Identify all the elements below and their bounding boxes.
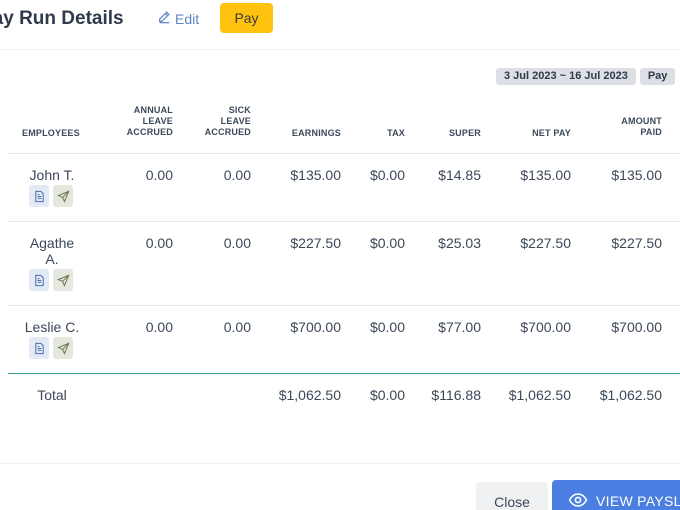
document-icon[interactable] <box>29 185 49 207</box>
col-tax: TAX <box>387 128 405 138</box>
net-pay-value: $700.00 <box>520 319 571 335</box>
total-label: Total <box>37 387 67 403</box>
total-earnings: $1,062.50 <box>278 387 341 403</box>
annual-leave-value: 0.00 <box>145 235 173 251</box>
document-icon[interactable] <box>29 269 49 291</box>
amount-paid-value: $135.00 <box>611 167 662 183</box>
send-icon[interactable] <box>53 337 73 359</box>
super-value: $77.00 <box>438 319 481 335</box>
col-net-pay: NET PAY <box>532 128 571 138</box>
employee-name: Agathe A. <box>29 235 75 267</box>
send-icon[interactable] <box>53 269 73 291</box>
sick-leave-value: 0.00 <box>223 319 251 335</box>
col-sick-leave: SICK LEAVE ACCRUED <box>204 105 251 137</box>
net-pay-value: $227.50 <box>520 235 571 251</box>
sick-leave-value: 0.00 <box>223 235 251 251</box>
total-amount-paid: $1,062.50 <box>599 387 662 403</box>
tax-value: $0.00 <box>369 235 405 251</box>
earnings-value: $700.00 <box>290 319 341 335</box>
col-annual-leave: ANNUAL LEAVE ACCRUED <box>126 105 173 137</box>
edit-button[interactable]: Edit <box>157 10 199 27</box>
modal-header: Pay Run Details Edit Pay <box>0 0 680 50</box>
view-payslips-button[interactable]: VIEW PAYSLIPS <box>552 480 680 510</box>
annual-leave-value: 0.00 <box>145 167 173 183</box>
header-separator <box>8 153 680 154</box>
total-tax: $0.00 <box>369 387 405 403</box>
sick-leave-value: 0.00 <box>223 167 251 183</box>
col-amount-paid: AMOUNT PAID <box>621 116 662 137</box>
total-net-pay: $1,062.50 <box>508 387 571 403</box>
annual-leave-value: 0.00 <box>145 319 173 335</box>
super-value: $14.85 <box>438 167 481 183</box>
earnings-value: $135.00 <box>290 167 341 183</box>
close-button[interactable]: Close <box>476 482 548 510</box>
row-separator <box>8 221 680 222</box>
footer-separator <box>0 463 680 464</box>
tax-value: $0.00 <box>369 319 405 335</box>
send-icon[interactable] <box>53 185 73 207</box>
amount-paid-value: $227.50 <box>611 235 662 251</box>
total-super: $116.88 <box>431 387 481 403</box>
employee-name: John T. <box>29 167 75 183</box>
eye-icon <box>568 492 588 510</box>
pay-badge: Pay <box>639 68 676 85</box>
col-super: SUPER <box>448 128 481 138</box>
employee-name: Leslie C. <box>24 319 80 335</box>
tax-value: $0.00 <box>369 167 405 183</box>
total-separator <box>8 373 680 374</box>
document-icon[interactable] <box>29 337 49 359</box>
col-employees: EMPLOYEES <box>22 128 80 138</box>
pencil-icon <box>157 10 171 27</box>
amount-paid-value: $700.00 <box>611 319 662 335</box>
row-separator <box>8 305 680 306</box>
pay-button[interactable]: Pay <box>220 3 273 33</box>
col-earnings: EARNINGS <box>291 128 341 138</box>
view-payslips-label: VIEW PAYSLIPS <box>596 493 680 509</box>
edit-label: Edit <box>175 10 200 27</box>
page-title: Pay Run Details <box>0 8 124 29</box>
period-badges: 3 Jul 2023 ~ 16 Jul 2023 Pay <box>496 68 676 85</box>
date-range-badge: 3 Jul 2023 ~ 16 Jul 2023 <box>496 68 636 85</box>
super-value: $25.03 <box>438 235 481 251</box>
net-pay-value: $135.00 <box>520 167 571 183</box>
earnings-value: $227.50 <box>290 235 341 251</box>
